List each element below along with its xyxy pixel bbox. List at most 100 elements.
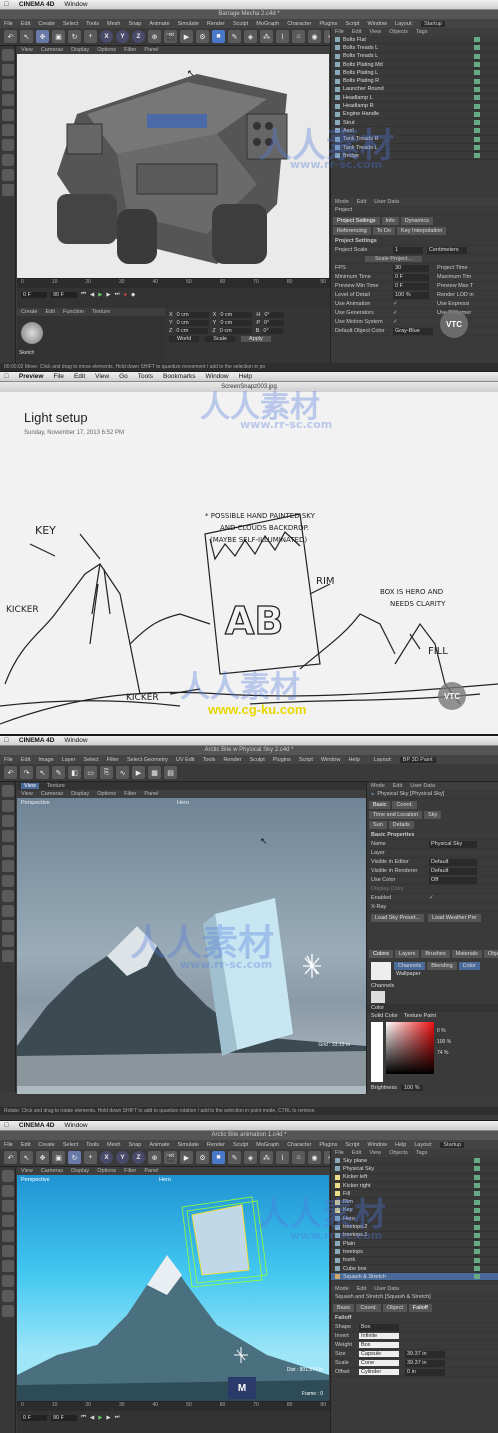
tab-sky[interactable]: Sky [424,811,442,819]
vp-menu-item[interactable]: Options [97,1168,116,1174]
x-axis-icon[interactable]: X [100,30,113,43]
frame-ruler[interactable]: 0 10 20 30 40 50 60 70 80 90 [17,279,330,288]
tool-icon[interactable] [2,79,14,91]
tab-referencing[interactable]: Referencing [333,227,371,235]
attr-input[interactable]: 0 F [393,273,429,281]
menu-item[interactable]: Script [299,757,313,763]
menu-item[interactable]: Animate [149,21,169,27]
om-menu-item[interactable]: File [335,1150,344,1156]
play-icon[interactable]: ▶ [98,292,102,298]
visibility-icon[interactable] [474,1191,480,1197]
project-scale-input[interactable]: 1 [393,246,423,254]
attr-select[interactable]: Default [429,867,477,875]
fill-icon[interactable]: ◧ [68,766,81,779]
visibility-icon[interactable] [474,1158,480,1164]
scale-input[interactable]: 39.37 in [405,1359,445,1367]
render-icon[interactable]: ▶ [180,1151,193,1164]
value-value[interactable]: 74 % [437,1050,451,1056]
menu-item[interactable]: Create [38,1142,55,1148]
start-frame-input[interactable]: 0 F [21,1414,47,1421]
vp-menu-item[interactable]: Cameras [41,1168,63,1174]
menu-item[interactable]: Character [287,21,311,27]
menu-item[interactable]: Simulate [178,1142,199,1148]
app-menu[interactable]: Preview [19,373,44,380]
move-icon[interactable]: ✥ [36,1151,49,1164]
menu-item[interactable]: UV Edit [176,757,195,763]
attr-select[interactable]: Off [429,876,477,884]
menu-item[interactable]: Edit [21,1142,30,1148]
menu-item[interactable]: Select [83,757,98,763]
menu-item[interactable]: Render [207,21,225,27]
menu-item[interactable]: Window [206,373,229,380]
redo-icon[interactable]: ↷ [20,766,33,779]
attr-menu-item[interactable]: Edit [357,199,366,205]
coord-input[interactable]: 0 cm [220,320,253,326]
object-row[interactable]: Bolts Plating R [331,77,498,86]
visibility-icon[interactable] [474,78,480,84]
tab-details[interactable]: Details [388,821,414,829]
tool-icon[interactable] [2,64,14,76]
load-weather-preset-button[interactable]: Load Weather Pre [427,914,481,922]
object-row[interactable]: trunk [331,1257,498,1265]
object-row[interactable]: Kicker left [331,1174,498,1182]
menu-item[interactable]: File [53,373,63,380]
texture-paint-radio[interactable]: Texture Paint [404,1013,436,1019]
add-icon[interactable]: + [84,1151,97,1164]
render-icon[interactable]: ▶ [132,766,145,779]
tool-icon[interactable] [2,1260,14,1272]
menu-item[interactable]: Script [345,21,359,27]
undo-icon[interactable]: ↶ [4,766,17,779]
attr-menu-item[interactable]: Mode [335,199,349,205]
menu-item[interactable]: Sculpt [233,21,248,27]
dropdown-option[interactable]: Infinite [359,1333,399,1339]
apple-icon[interactable]:  [4,737,9,744]
add-icon[interactable]: + [84,30,97,43]
menu-item[interactable]: Select [63,1142,78,1148]
tab-dynamics[interactable]: Dynamics [400,217,433,225]
menu-item[interactable]: File [4,757,13,763]
attr-menu-item[interactable]: Edit [393,783,402,789]
menu-item[interactable]: Layer [62,757,76,763]
dropdown-option[interactable]: Capsule [359,1351,399,1357]
render-view-icon[interactable]: 🎬 [164,1151,177,1164]
visibility-icon[interactable] [474,70,480,76]
visibility-icon[interactable] [474,37,480,43]
subdivision-icon[interactable]: ◈ [244,30,257,43]
coord-icon[interactable]: ⊕ [148,1151,161,1164]
goto-start-icon[interactable]: ⏮ [81,291,86,298]
tool-icon[interactable] [2,169,14,181]
app-menu[interactable]: CINEMA 4D [19,737,55,744]
menu-item[interactable]: Edit [74,373,85,380]
offset-input[interactable]: 0 in [405,1368,445,1376]
render-settings-icon[interactable]: ⚙ [196,30,209,43]
cube-icon[interactable]: ■ [212,1151,225,1164]
visibility-icon[interactable] [474,1166,480,1172]
vp-menu-item[interactable]: Filter [124,47,136,53]
vp-menu-item[interactable]: Display [71,47,89,53]
menu-item[interactable]: Help [395,1142,406,1148]
layout-select[interactable]: BP 3D Paint [399,756,436,763]
cube-icon[interactable]: ■ [212,30,225,43]
dropdown-option[interactable]: Cone [359,1360,399,1366]
menu-item[interactable]: Animate [149,1142,169,1148]
unit-select[interactable]: Centimeters [427,246,467,254]
coord-input[interactable]: 0° [263,328,284,334]
coord-input[interactable]: 0 cm [176,312,209,318]
tool-icon[interactable] [2,875,14,887]
attr-menu-item[interactable]: Edit [357,1286,366,1292]
tool-icon[interactable] [2,905,14,917]
channel-thumb[interactable] [371,991,385,1003]
tool-icon[interactable] [2,1230,14,1242]
tab-key-interp[interactable]: Key Interpolation [397,227,447,235]
om-menu-item[interactable]: View [369,29,381,35]
menu-item[interactable]: Go [119,373,128,380]
tab-blending[interactable]: Blending [427,962,457,970]
coord-input[interactable]: 0 cm [176,320,209,326]
visibility-icon[interactable] [474,1274,480,1280]
texture-icon[interactable]: ▦ [148,766,161,779]
coord-input[interactable]: 0 cm [219,328,252,334]
layer-icon[interactable]: ▤ [164,766,177,779]
menu-item[interactable]: Render [207,1142,225,1148]
om-menu-item[interactable]: View [369,1150,381,1156]
tool-icon[interactable] [2,49,14,61]
